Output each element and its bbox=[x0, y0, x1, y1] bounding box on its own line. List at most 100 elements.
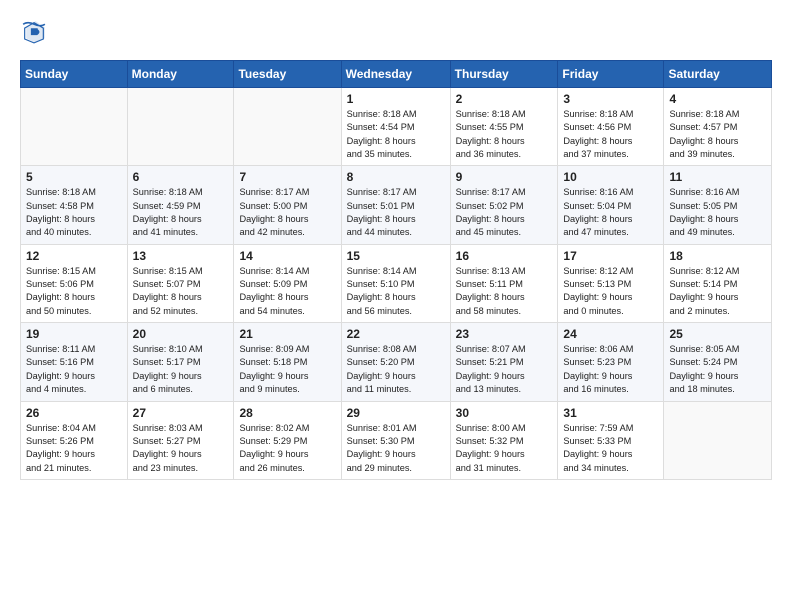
day-number: 11 bbox=[669, 170, 766, 184]
calendar-week-row: 12Sunrise: 8:15 AMSunset: 5:06 PMDayligh… bbox=[21, 244, 772, 322]
day-number: 31 bbox=[563, 406, 658, 420]
day-info: Sunrise: 7:59 AMSunset: 5:33 PMDaylight:… bbox=[563, 422, 658, 475]
day-number: 10 bbox=[563, 170, 658, 184]
weekday-header-saturday: Saturday bbox=[664, 61, 772, 88]
day-info: Sunrise: 8:17 AMSunset: 5:00 PMDaylight:… bbox=[239, 186, 335, 239]
calendar-day-1: 1 Sunrise: 8:18 AMSunset: 4:54 PMDaylight… bbox=[341, 88, 450, 166]
day-info: Sunrise: 8:13 AMSunset: 5:11 PMDaylight:… bbox=[456, 265, 553, 318]
calendar-day-4: 4 Sunrise: 8:18 AMSunset: 4:57 PMDaylight… bbox=[664, 88, 772, 166]
day-number: 9 bbox=[456, 170, 553, 184]
day-info: Sunrise: 8:10 AMSunset: 5:17 PMDaylight:… bbox=[133, 343, 229, 396]
day-number: 30 bbox=[456, 406, 553, 420]
day-number: 28 bbox=[239, 406, 335, 420]
day-number: 3 bbox=[563, 92, 658, 106]
day-number: 19 bbox=[26, 327, 122, 341]
day-number: 6 bbox=[133, 170, 229, 184]
day-number: 15 bbox=[347, 249, 445, 263]
calendar-day-29: 29 Sunrise: 8:01 AMSunset: 5:30 PMDayligh… bbox=[341, 401, 450, 479]
calendar-day-8: 8 Sunrise: 8:17 AMSunset: 5:01 PMDaylight… bbox=[341, 166, 450, 244]
day-info: Sunrise: 8:18 AMSunset: 4:59 PMDaylight:… bbox=[133, 186, 229, 239]
calendar-day-empty bbox=[127, 88, 234, 166]
day-info: Sunrise: 8:14 AMSunset: 5:10 PMDaylight:… bbox=[347, 265, 445, 318]
day-info: Sunrise: 8:04 AMSunset: 5:26 PMDaylight:… bbox=[26, 422, 122, 475]
day-info: Sunrise: 8:18 AMSunset: 4:55 PMDaylight:… bbox=[456, 108, 553, 161]
calendar-week-row: 5 Sunrise: 8:18 AMSunset: 4:58 PMDaylight… bbox=[21, 166, 772, 244]
calendar-day-11: 11 Sunrise: 8:16 AMSunset: 5:05 PMDayligh… bbox=[664, 166, 772, 244]
weekday-header-wednesday: Wednesday bbox=[341, 61, 450, 88]
calendar-day-6: 6 Sunrise: 8:18 AMSunset: 4:59 PMDaylight… bbox=[127, 166, 234, 244]
day-number: 20 bbox=[133, 327, 229, 341]
day-number: 2 bbox=[456, 92, 553, 106]
day-info: Sunrise: 8:09 AMSunset: 5:18 PMDaylight:… bbox=[239, 343, 335, 396]
calendar-day-22: 22 Sunrise: 8:08 AMSunset: 5:20 PMDayligh… bbox=[341, 323, 450, 401]
day-info: Sunrise: 8:11 AMSunset: 5:16 PMDaylight:… bbox=[26, 343, 122, 396]
calendar-day-31: 31 Sunrise: 7:59 AMSunset: 5:33 PMDayligh… bbox=[558, 401, 664, 479]
calendar-day-15: 15 Sunrise: 8:14 AMSunset: 5:10 PMDayligh… bbox=[341, 244, 450, 322]
day-info: Sunrise: 8:18 AMSunset: 4:58 PMDaylight:… bbox=[26, 186, 122, 239]
calendar-week-row: 26 Sunrise: 8:04 AMSunset: 5:26 PMDayligh… bbox=[21, 401, 772, 479]
day-info: Sunrise: 8:14 AMSunset: 5:09 PMDaylight:… bbox=[239, 265, 335, 318]
calendar-day-28: 28 Sunrise: 8:02 AMSunset: 5:29 PMDayligh… bbox=[234, 401, 341, 479]
day-info: Sunrise: 8:08 AMSunset: 5:20 PMDaylight:… bbox=[347, 343, 445, 396]
calendar-day-empty bbox=[234, 88, 341, 166]
calendar-day-20: 20 Sunrise: 8:10 AMSunset: 5:17 PMDayligh… bbox=[127, 323, 234, 401]
weekday-header-friday: Friday bbox=[558, 61, 664, 88]
day-number: 14 bbox=[239, 249, 335, 263]
calendar-day-10: 10 Sunrise: 8:16 AMSunset: 5:04 PMDayligh… bbox=[558, 166, 664, 244]
day-info: Sunrise: 8:15 AMSunset: 5:06 PMDaylight:… bbox=[26, 265, 122, 318]
day-info: Sunrise: 8:18 AMSunset: 4:56 PMDaylight:… bbox=[563, 108, 658, 161]
weekday-header-monday: Monday bbox=[127, 61, 234, 88]
calendar-day-26: 26 Sunrise: 8:04 AMSunset: 5:26 PMDayligh… bbox=[21, 401, 128, 479]
day-number: 5 bbox=[26, 170, 122, 184]
day-info: Sunrise: 8:02 AMSunset: 5:29 PMDaylight:… bbox=[239, 422, 335, 475]
day-info: Sunrise: 8:17 AMSunset: 5:01 PMDaylight:… bbox=[347, 186, 445, 239]
day-info: Sunrise: 8:03 AMSunset: 5:27 PMDaylight:… bbox=[133, 422, 229, 475]
weekday-header-sunday: Sunday bbox=[21, 61, 128, 88]
day-number: 4 bbox=[669, 92, 766, 106]
day-info: Sunrise: 8:01 AMSunset: 5:30 PMDaylight:… bbox=[347, 422, 445, 475]
day-info: Sunrise: 8:07 AMSunset: 5:21 PMDaylight:… bbox=[456, 343, 553, 396]
calendar-week-row: 19 Sunrise: 8:11 AMSunset: 5:16 PMDayligh… bbox=[21, 323, 772, 401]
logo bbox=[20, 18, 52, 46]
calendar-day-30: 30Sunrise: 8:00 AMSunset: 5:32 PMDayligh… bbox=[450, 401, 558, 479]
logo-icon bbox=[20, 18, 48, 46]
day-info: Sunrise: 8:17 AMSunset: 5:02 PMDaylight:… bbox=[456, 186, 553, 239]
calendar-header-row: SundayMondayTuesdayWednesdayThursdayFrid… bbox=[21, 61, 772, 88]
day-info: Sunrise: 8:16 AMSunset: 5:04 PMDaylight:… bbox=[563, 186, 658, 239]
day-number: 17 bbox=[563, 249, 658, 263]
day-info: Sunrise: 8:15 AMSunset: 5:07 PMDaylight:… bbox=[133, 265, 229, 318]
calendar-day-empty bbox=[664, 401, 772, 479]
calendar-day-13: 13 Sunrise: 8:15 AMSunset: 5:07 PMDayligh… bbox=[127, 244, 234, 322]
calendar-day-empty bbox=[21, 88, 128, 166]
calendar-day-3: 3 Sunrise: 8:18 AMSunset: 4:56 PMDaylight… bbox=[558, 88, 664, 166]
header bbox=[20, 18, 772, 46]
day-info: Sunrise: 8:16 AMSunset: 5:05 PMDaylight:… bbox=[669, 186, 766, 239]
day-info: Sunrise: 8:05 AMSunset: 5:24 PMDaylight:… bbox=[669, 343, 766, 396]
day-info: Sunrise: 8:18 AMSunset: 4:54 PMDaylight:… bbox=[347, 108, 445, 161]
day-number: 16 bbox=[456, 249, 553, 263]
day-number: 29 bbox=[347, 406, 445, 420]
day-number: 24 bbox=[563, 327, 658, 341]
day-number: 27 bbox=[133, 406, 229, 420]
day-number: 23 bbox=[456, 327, 553, 341]
day-number: 7 bbox=[239, 170, 335, 184]
calendar-day-25: 25 Sunrise: 8:05 AMSunset: 5:24 PMDayligh… bbox=[664, 323, 772, 401]
calendar-day-2: 2 Sunrise: 8:18 AMSunset: 4:55 PMDaylight… bbox=[450, 88, 558, 166]
calendar-day-19: 19 Sunrise: 8:11 AMSunset: 5:16 PMDayligh… bbox=[21, 323, 128, 401]
day-info: Sunrise: 8:12 AMSunset: 5:14 PMDaylight:… bbox=[669, 265, 766, 318]
day-number: 8 bbox=[347, 170, 445, 184]
day-info: Sunrise: 8:18 AMSunset: 4:57 PMDaylight:… bbox=[669, 108, 766, 161]
page: SundayMondayTuesdayWednesdayThursdayFrid… bbox=[0, 0, 792, 498]
day-number: 22 bbox=[347, 327, 445, 341]
calendar-day-12: 12Sunrise: 8:15 AMSunset: 5:06 PMDayligh… bbox=[21, 244, 128, 322]
calendar-day-21: 21Sunrise: 8:09 AMSunset: 5:18 PMDayligh… bbox=[234, 323, 341, 401]
day-number: 1 bbox=[347, 92, 445, 106]
calendar-day-9: 9 Sunrise: 8:17 AMSunset: 5:02 PMDaylight… bbox=[450, 166, 558, 244]
day-number: 26 bbox=[26, 406, 122, 420]
day-info: Sunrise: 8:06 AMSunset: 5:23 PMDaylight:… bbox=[563, 343, 658, 396]
calendar-day-18: 18Sunrise: 8:12 AMSunset: 5:14 PMDayligh… bbox=[664, 244, 772, 322]
day-info: Sunrise: 8:12 AMSunset: 5:13 PMDaylight:… bbox=[563, 265, 658, 318]
day-number: 13 bbox=[133, 249, 229, 263]
calendar-day-14: 14 Sunrise: 8:14 AMSunset: 5:09 PMDayligh… bbox=[234, 244, 341, 322]
day-number: 25 bbox=[669, 327, 766, 341]
